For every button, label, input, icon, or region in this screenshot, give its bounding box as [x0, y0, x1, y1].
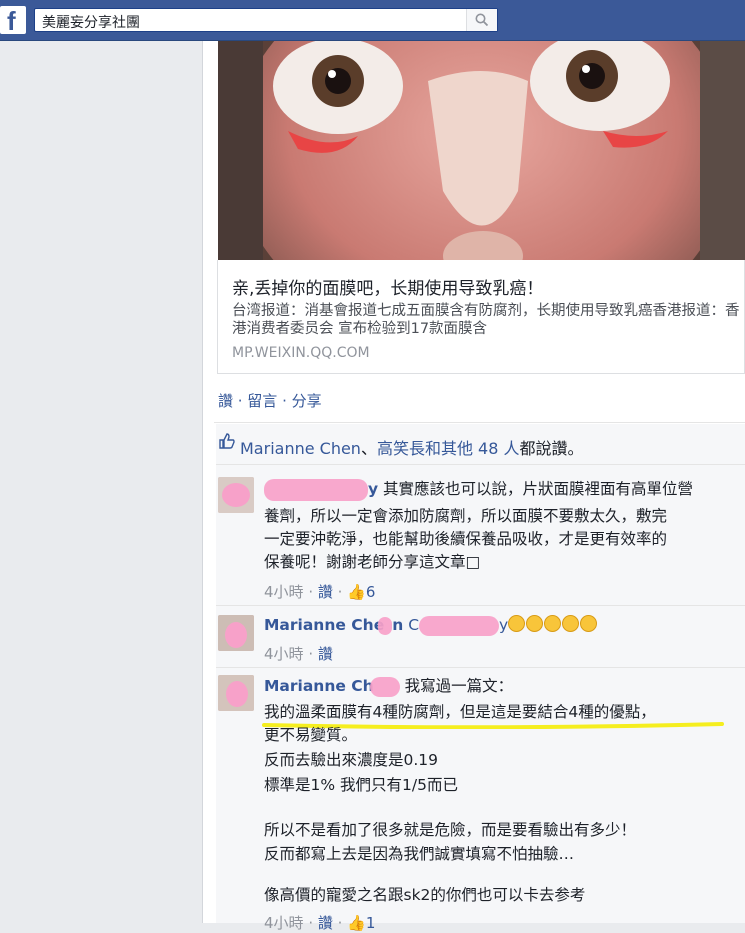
- link-title[interactable]: 亲,丢掉你的面膜吧，长期使用导致乳癌！: [232, 274, 543, 299]
- face-mask-photo: [218, 41, 745, 260]
- comment-like-button[interactable]: 讚: [318, 645, 333, 663]
- comment-text: 養劑，所以一定會添加防腐劑，所以面膜不要敷太久，敷完: [264, 507, 668, 525]
- comment-time[interactable]: 4小時: [264, 914, 304, 932]
- emoji-icons: [508, 615, 598, 634]
- comment-text: 標準是1% 我們只有1/5而已: [264, 776, 458, 794]
- facebook-logo[interactable]: f: [0, 6, 26, 36]
- comment-text: 反而去驗出來濃度是0.19: [264, 751, 439, 769]
- comment-text: 一定要沖乾淨，也能幫助後續保養品吸收，才是更有效率的: [264, 530, 668, 548]
- comment-like-count[interactable]: 6: [366, 583, 376, 601]
- divider: [216, 464, 745, 465]
- comment-author[interactable]: Marianne Ch: [264, 676, 400, 697]
- link-description: 台湾报道：消基會报道七成五面膜含有防腐剂，长期使用导致乳癌香港报道：香港消费者委…: [232, 303, 740, 337]
- other-likers-link[interactable]: 高笑長和其他 48 人: [377, 439, 520, 458]
- comment-like-button[interactable]: 讚: [318, 914, 333, 932]
- top-bar: f 美麗妄分享社團: [0, 0, 745, 41]
- like-count-icon[interactable]: 👍: [347, 914, 366, 932]
- like-count-icon[interactable]: 👍: [347, 583, 366, 601]
- post-actions[interactable]: 讚 · 留言 · 分享: [218, 390, 322, 411]
- search-input[interactable]: 美麗妄分享社團: [42, 12, 140, 32]
- comment-text: Marianne Che n Cy: [264, 614, 598, 637]
- tagged-user[interactable]: Cy: [408, 615, 508, 636]
- comment-time[interactable]: 4小時: [264, 583, 304, 601]
- divider: [214, 422, 745, 423]
- divider: [216, 667, 745, 668]
- comment-text: 我的溫柔面膜有4種防腐劑，但是這是要結合4種的優點，: [264, 703, 656, 721]
- search-button[interactable]: [466, 9, 497, 31]
- avatar[interactable]: [218, 477, 254, 513]
- search-icon: [475, 13, 489, 27]
- avatar[interactable]: [218, 675, 254, 711]
- avatar[interactable]: [218, 615, 254, 651]
- likes-summary: Marianne Chen、高笑長和其他 48 人都說讚。: [216, 424, 745, 464]
- link-preview-image[interactable]: [218, 41, 745, 260]
- comment-text: 保養呢！謝謝老師分享這文章□: [264, 553, 481, 571]
- liker-name[interactable]: Marianne Chen: [240, 439, 361, 458]
- search-box[interactable]: 美麗妄分享社團: [34, 8, 498, 32]
- comment-text: 所以不是看加了很多就是危險，而是要看驗出有多少！: [264, 821, 637, 839]
- divider: [216, 605, 745, 606]
- comment-meta: 4小時 · 讚 · 👍6: [264, 583, 376, 601]
- comment-text: 更不易變質。: [264, 726, 358, 744]
- link-preview[interactable]: 亲,丢掉你的面膜吧，长期使用导致乳癌！ 台湾报道：消基會报道七成五面膜含有防腐剂…: [217, 260, 745, 374]
- link-source: MP.WEIXIN.QQ.COM: [232, 345, 370, 361]
- comment-text: y 其實應該也可以說，片狀面膜裡面有高單位營: [264, 478, 693, 501]
- comment-text: Marianne Ch 我寫過一篇文：: [264, 676, 514, 697]
- comment-like-count[interactable]: 1: [366, 914, 376, 932]
- comment-meta: 4小時 · 讚: [264, 645, 333, 663]
- thumbs-up-icon: [219, 433, 235, 449]
- comment-author[interactable]: Marianne Che n: [264, 616, 403, 635]
- comment-like-button[interactable]: 讚: [318, 583, 333, 601]
- comment-text: 反而都寫上去是因為我們誠實填寫不怕抽驗…: [264, 845, 575, 863]
- comment-time[interactable]: 4小時: [264, 645, 304, 663]
- comment-text: 像高價的寵愛之名跟sk2的你們也可以卡去参考: [264, 886, 586, 904]
- comment-author[interactable]: y: [264, 478, 378, 501]
- left-column: [0, 41, 202, 923]
